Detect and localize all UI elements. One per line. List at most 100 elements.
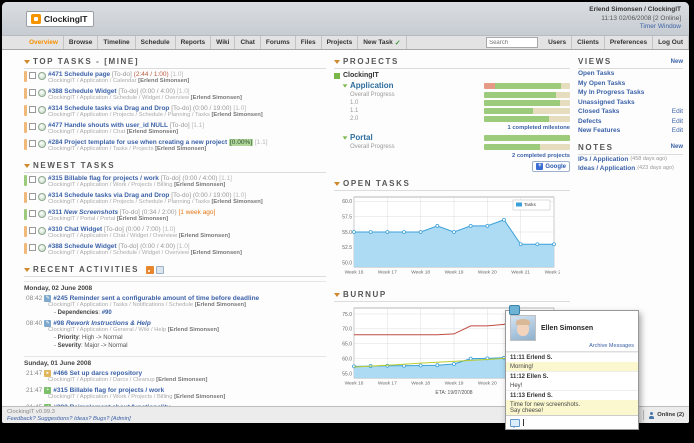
collapse-arrow-icon[interactable]: [24, 59, 30, 64]
task-row[interactable]: #314 Schedule tasks via Drag and Drop [T…: [24, 103, 326, 120]
activity-type-icon: ✎: [44, 320, 52, 327]
collapse-arrow-icon[interactable]: [334, 292, 340, 297]
task-row[interactable]: #315 Billable flag for projects / work […: [24, 173, 326, 190]
task-checkbox[interactable]: [29, 89, 36, 96]
task-row[interactable]: #310 Chat Widget [To-do] (0:00 / 7:00) […: [24, 224, 326, 241]
top-tasks-list: #471 Schedule page [To-do] (2:44 / 1:00)…: [24, 69, 326, 154]
activity-task-link[interactable]: #315 Billable flag for projects / work: [53, 387, 164, 394]
collapse-arrow-icon[interactable]: [24, 267, 30, 272]
task-timer-icon[interactable]: [38, 140, 46, 148]
task-checkbox[interactable]: [29, 193, 36, 200]
nav-tab[interactable]: Browse: [64, 36, 99, 49]
activity-task-link[interactable]: #466 Set up darcs repository: [53, 370, 142, 377]
activity-path: ClockingIT / Application / Darcs / Clean…: [48, 377, 155, 383]
task-timer-icon[interactable]: [38, 227, 46, 235]
new-note-link[interactable]: New: [671, 144, 683, 150]
view-link[interactable]: Unassigned Tasks: [578, 98, 635, 108]
task-link[interactable]: #314 Schedule tasks via Drag and Drop: [48, 105, 169, 112]
nav-link[interactable]: Preferences: [605, 36, 654, 49]
project-link[interactable]: Application: [342, 81, 394, 90]
task-checkbox[interactable]: [29, 227, 36, 234]
view-link[interactable]: New Features: [578, 126, 620, 136]
nav-tab[interactable]: Forums: [261, 36, 296, 49]
task-timer-icon[interactable]: [38, 244, 46, 252]
nav-tab[interactable]: Projects: [322, 36, 359, 49]
task-checkbox[interactable]: [29, 106, 36, 113]
view-link[interactable]: My In Progress Tasks: [578, 88, 644, 98]
task-checkbox[interactable]: [29, 123, 36, 130]
task-link[interactable]: #315 Billable flag for projects / work: [48, 175, 159, 182]
nav-tab[interactable]: Overview: [24, 36, 64, 49]
nav-tab[interactable]: Files: [296, 36, 322, 49]
task-row[interactable]: #284 Project template for use when creat…: [24, 137, 326, 154]
task-link[interactable]: #388 Schedule Widget: [48, 88, 117, 95]
view-edit-link[interactable]: Edit: [672, 126, 683, 136]
task-row[interactable]: #388 Schedule Widget [To-do] (0:00 / 4:0…: [24, 241, 326, 258]
view-edit-link[interactable]: Edit: [672, 117, 683, 127]
timer-window-link[interactable]: Timer Window: [589, 23, 681, 32]
task-link[interactable]: #314 Schedule tasks via Drag and Drop: [48, 192, 169, 199]
google-gadget-button[interactable]: + Google: [532, 161, 570, 172]
app-logo[interactable]: ClockingIT: [26, 11, 95, 27]
nav-link[interactable]: Log Out: [653, 36, 689, 49]
search-input[interactable]: [486, 37, 539, 48]
online-users-toggle[interactable]: Online (2): [648, 411, 684, 419]
project-link[interactable]: Portal: [342, 133, 373, 142]
nav-tab[interactable]: Wiki: [211, 36, 236, 49]
chat-input[interactable]: [506, 415, 638, 429]
completed-milestones-link[interactable]: 1 completed milestone: [508, 125, 571, 131]
rss-icon[interactable]: [146, 265, 155, 274]
task-timer-icon[interactable]: [38, 176, 46, 184]
collapse-arrow-icon[interactable]: [24, 163, 30, 168]
nav-tab[interactable]: Timeline: [98, 36, 136, 49]
task-timer-icon[interactable]: [38, 72, 46, 80]
activity-task-link[interactable]: #245 Reminder sent a configurable amount…: [53, 295, 259, 302]
feedback-links[interactable]: Feedback? Suggestions? Ideas? Bugs? [Adm…: [7, 416, 131, 423]
task-link[interactable]: #388 Schedule Widget: [48, 243, 117, 250]
archive-messages-link[interactable]: Archive Messages: [589, 343, 634, 349]
task-link[interactable]: #471 Schedule page: [48, 71, 110, 78]
task-checkbox[interactable]: [29, 140, 36, 147]
task-row[interactable]: #388 Schedule Widget [To-do] (0:00 / 4:0…: [24, 86, 326, 103]
task-link[interactable]: #284 Project template for use when creat…: [48, 139, 227, 146]
task-link[interactable]: #477 Handle shouts with user_id NULL: [48, 122, 168, 129]
task-checkbox[interactable]: [29, 210, 36, 217]
task-timer-icon[interactable]: [38, 106, 46, 114]
nav-tab[interactable]: New Task ✓: [358, 36, 407, 49]
nav-tab[interactable]: Schedule: [136, 36, 176, 49]
nav-tab[interactable]: Chat: [235, 36, 261, 49]
nav-tab[interactable]: Reports: [176, 36, 212, 49]
task-link[interactable]: #310 Chat Widget: [48, 226, 102, 233]
note-link[interactable]: IPs / Application: [578, 155, 628, 165]
priority-bar: [24, 105, 27, 116]
progress-segment: [484, 116, 550, 122]
collapse-arrow-icon[interactable]: [334, 59, 340, 64]
feed-icon[interactable]: [156, 265, 165, 274]
task-row[interactable]: #471 Schedule page [To-do] (2:44 / 1:00)…: [24, 69, 326, 86]
task-checkbox[interactable]: [29, 176, 36, 183]
project-head-row: Application: [334, 81, 570, 90]
task-row[interactable]: #477 Handle shouts with user_id NULL [To…: [24, 120, 326, 137]
activity-task-link[interactable]: #98 Rework Instructions & Help: [53, 320, 151, 327]
view-link[interactable]: Open Tasks: [578, 69, 614, 79]
view-link[interactable]: Closed Tasks: [578, 107, 619, 117]
collapse-arrow-icon[interactable]: [334, 181, 340, 186]
task-checkbox[interactable]: [29, 72, 36, 79]
task-timer-icon[interactable]: [38, 210, 46, 218]
task-timer-icon[interactable]: [38, 89, 46, 97]
task-checkbox[interactable]: [29, 244, 36, 251]
completed-projects-link[interactable]: 2 completed projects: [512, 153, 570, 159]
task-timer-icon[interactable]: [38, 193, 46, 201]
task-row[interactable]: #311 New Screenshots [To-do] (0:34 / 2:0…: [24, 207, 326, 224]
task-link[interactable]: #311 New Screenshots: [48, 209, 118, 216]
view-edit-link[interactable]: Edit: [672, 107, 683, 117]
task-row[interactable]: #314 Schedule tasks via Drag and Drop [T…: [24, 190, 326, 207]
note-link[interactable]: Ideas / Application: [578, 164, 635, 174]
view-link[interactable]: My Open Tasks: [578, 79, 625, 89]
new-view-link[interactable]: New: [671, 59, 683, 65]
nav-link[interactable]: Clients: [572, 36, 605, 49]
shout-icon[interactable]: [510, 418, 520, 428]
view-link[interactable]: Defects: [578, 117, 601, 127]
nav-link[interactable]: Users: [543, 36, 573, 49]
task-timer-icon[interactable]: [38, 123, 46, 131]
